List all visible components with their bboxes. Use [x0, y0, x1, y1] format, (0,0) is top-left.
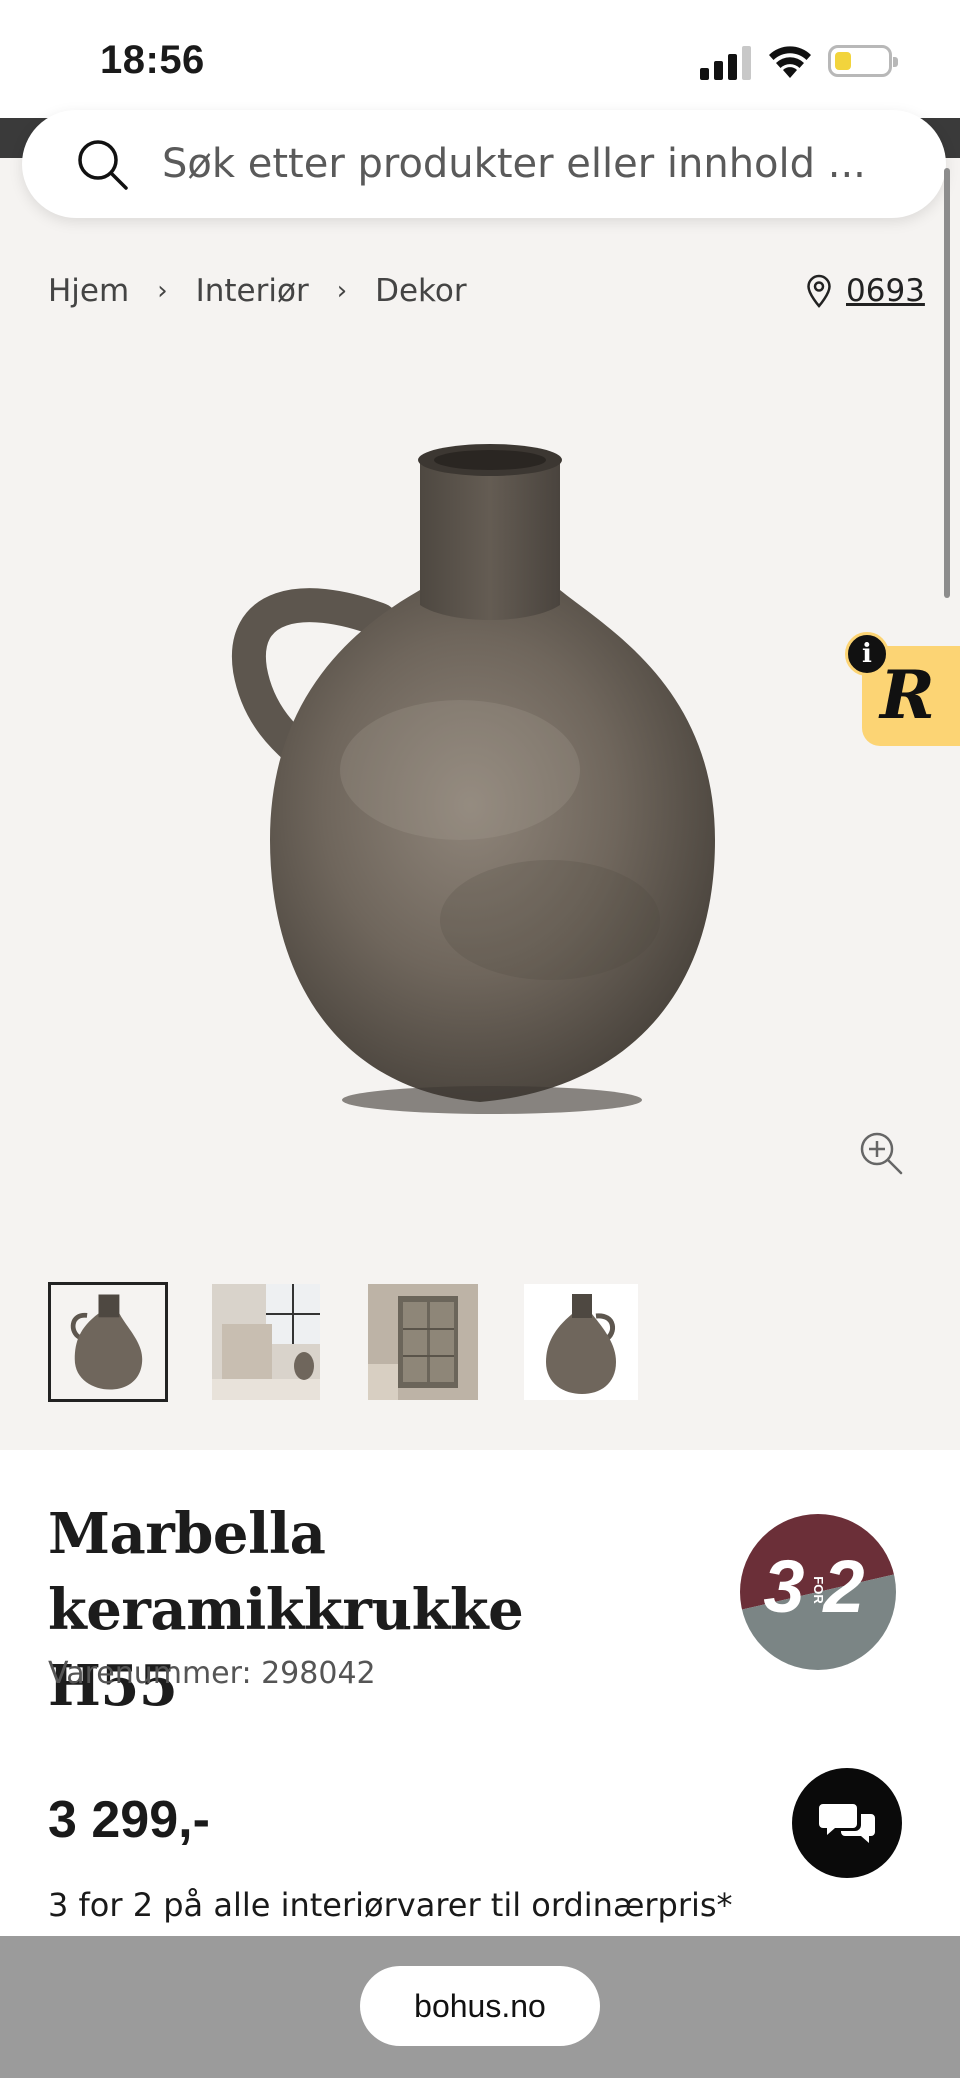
breadcrumb-item-home[interactable]: Hjem: [48, 273, 129, 309]
thumbnail-1[interactable]: [48, 1282, 168, 1402]
price: 3 299,-: [48, 1791, 210, 1849]
store-number[interactable]: 0693: [846, 273, 925, 309]
chat-bubbles-icon: [819, 1804, 875, 1843]
wifi-icon: [769, 46, 811, 78]
sku-value: 298042: [261, 1656, 376, 1691]
sku-label: Varenummer:: [48, 1656, 262, 1691]
cabinet-thumbnail-image: [368, 1284, 478, 1400]
status-time: 18:56: [100, 38, 205, 82]
info-icon[interactable]: i: [845, 632, 889, 676]
promo-badge-3-for-2: 3 FOR 2: [740, 1514, 896, 1670]
vase-thumbnail-image: [51, 1285, 165, 1399]
thumbnail-3[interactable]: [368, 1284, 478, 1400]
browser-bottom-bar: bohus.no: [0, 1936, 960, 2078]
url-bar[interactable]: bohus.no: [360, 1966, 600, 2046]
chevron-right-icon: ›: [157, 276, 168, 306]
breadcrumb: Hjem › Interiør › Dekor: [48, 266, 467, 316]
promo-text: 3 for 2 på alle interiørvarer til ordinæ…: [48, 1886, 733, 1924]
sku: Varenummer: 298042: [48, 1656, 376, 1691]
thumbnail-4[interactable]: [524, 1284, 638, 1400]
breadcrumb-item-decor[interactable]: Dekor: [375, 273, 467, 309]
breadcrumb-item-interior[interactable]: Interiør: [196, 273, 309, 309]
thumbnail-2[interactable]: [212, 1284, 320, 1400]
promo-badge-right: 2: [821, 1545, 864, 1628]
location-pin-icon: [807, 274, 831, 308]
battery-icon: [828, 45, 898, 77]
search-bar[interactable]: [22, 110, 946, 218]
zoom-in-icon[interactable]: [858, 1130, 904, 1176]
vase-side-thumbnail-image: [524, 1284, 638, 1400]
store-selector[interactable]: 0693: [806, 266, 925, 316]
search-icon[interactable]: [74, 136, 130, 192]
living-room-thumbnail-image: [212, 1284, 320, 1400]
scrollbar[interactable]: [944, 168, 950, 598]
search-input[interactable]: [162, 130, 902, 198]
status-bar: 18:56: [0, 0, 960, 118]
chevron-right-icon: ›: [336, 276, 348, 306]
r-logo-icon: R: [880, 656, 935, 734]
product-image[interactable]: [230, 440, 730, 1160]
promo-badge-left: 3: [763, 1545, 804, 1628]
signal-icon: [700, 46, 752, 80]
chat-button[interactable]: [792, 1768, 902, 1878]
